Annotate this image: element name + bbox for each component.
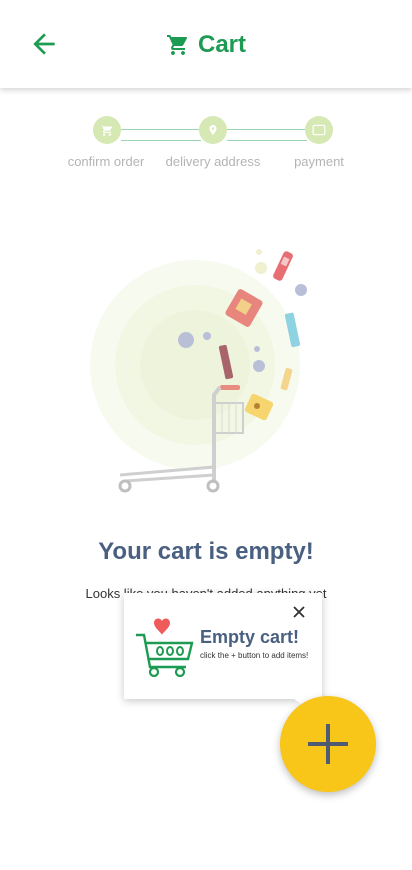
close-icon xyxy=(293,606,305,618)
empty-cart-tooltip: Empty cart! click the + button to add it… xyxy=(124,593,322,699)
tooltip-close-button[interactable] xyxy=(292,605,306,619)
step-confirm-order[interactable] xyxy=(93,116,121,144)
step-connector xyxy=(227,129,307,141)
plus-icon xyxy=(308,724,348,764)
add-items-button[interactable] xyxy=(280,696,376,792)
card-icon xyxy=(312,124,326,136)
step-label-confirm-order: confirm order xyxy=(67,154,145,169)
step-connector xyxy=(121,129,201,141)
page-title: Cart xyxy=(197,31,246,58)
step-payment[interactable] xyxy=(305,116,333,144)
step-label-payment: payment xyxy=(294,154,344,169)
step-delivery-address[interactable] xyxy=(199,116,227,144)
tooltip-subtitle: click the + button to add items! xyxy=(200,651,309,660)
location-pin-icon xyxy=(209,125,217,135)
empty-cart-illustration xyxy=(90,249,307,493)
cart-heart-icon xyxy=(136,618,194,677)
tooltip-title: Empty cart! xyxy=(200,627,300,647)
app-bar: Cart xyxy=(0,0,412,88)
shopping-cart-icon xyxy=(166,35,187,55)
empty-cart-title: Your cart is empty! xyxy=(98,538,314,565)
step-label-delivery-address: delivery address xyxy=(165,154,261,169)
cart-icon xyxy=(100,124,113,136)
title-group: Cart xyxy=(0,28,412,62)
checkout-stepper: confirm order delivery address payment xyxy=(0,110,412,180)
